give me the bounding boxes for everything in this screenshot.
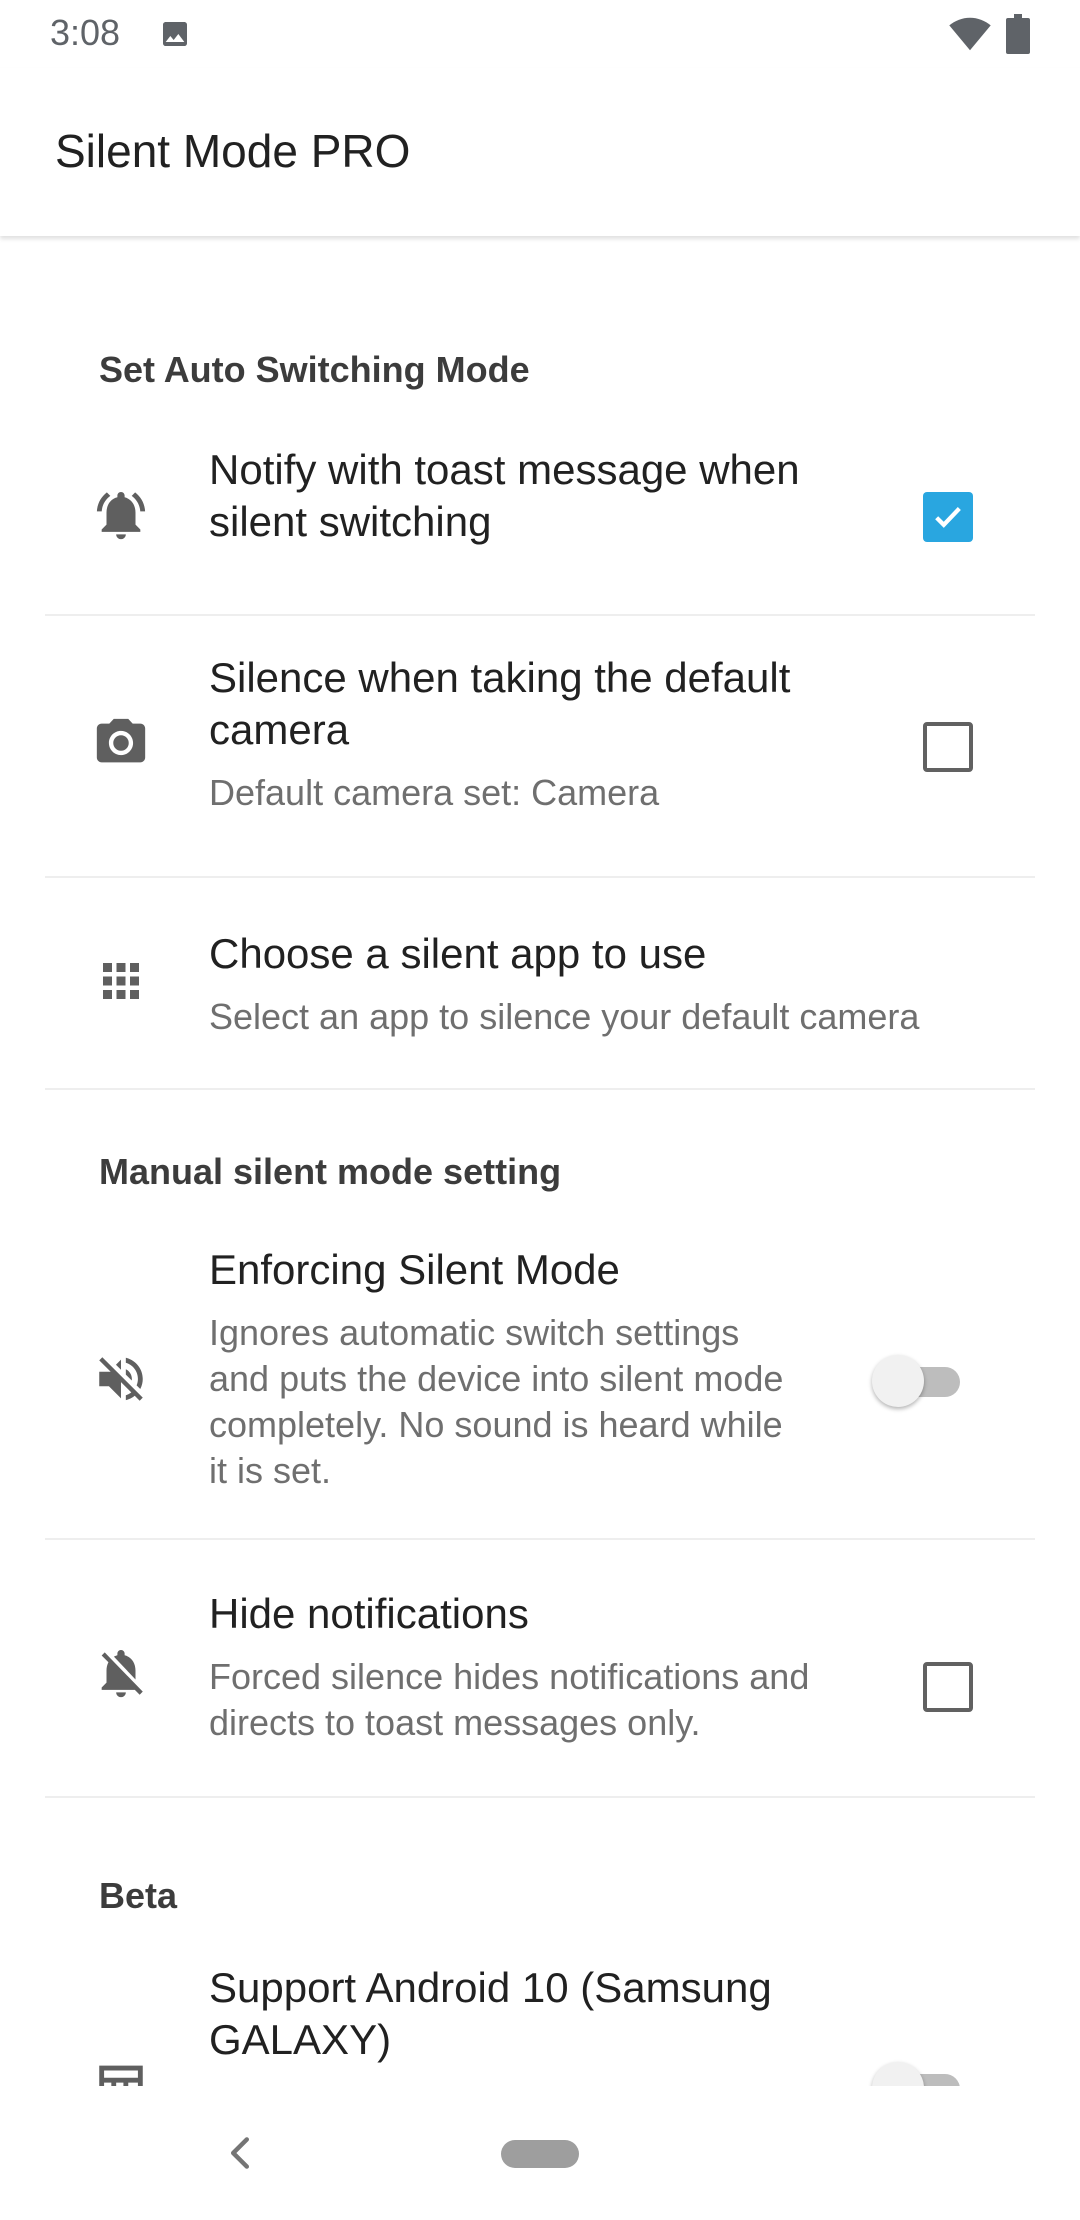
hide-notifications-checkbox[interactable] [923, 1662, 973, 1712]
silence-camera-checkbox[interactable] [923, 722, 973, 772]
home-pill[interactable] [501, 2140, 579, 2168]
pref-title: Choose a silent app to use [209, 930, 707, 977]
pref-summary: and puts the device into silent mode [209, 1358, 784, 1399]
pref-summary: Select an app to silence your default ca… [209, 996, 920, 1037]
pref-enforcing-silent-mode-text: Enforcing Silent Mode Ignores automatic … [209, 1244, 783, 1494]
pref-notify-toast-text: Notify with toast message when silent sw… [209, 444, 800, 548]
volume-off-icon [99, 1357, 143, 1401]
notify-toast-checkbox[interactable] [923, 492, 973, 542]
support-android-10-switch[interactable] [872, 2060, 964, 2086]
back-icon[interactable] [226, 2136, 254, 2170]
section-header-beta: Beta [99, 1875, 178, 1916]
pref-notify-toast[interactable]: Notify with toast message when silent sw… [0, 418, 1080, 616]
switch-thumb [872, 1355, 924, 1407]
pref-summary: Default camera set: Camera [209, 772, 660, 813]
pref-support-android-10[interactable]: Support Android 10 (Samsung GALAXY) [0, 1942, 1080, 2086]
section-header-auto-switching: Set Auto Switching Mode [99, 349, 530, 390]
pref-title: Support Android 10 (Samsung [209, 1964, 772, 2011]
pref-choose-silent-app[interactable]: Choose a silent app to use Select an app… [0, 878, 1080, 1090]
pref-summary: Ignores automatic switch settings [209, 1312, 740, 1353]
bell-off-icon [101, 1650, 143, 1698]
pref-summary: completely. No sound is heard while [209, 1404, 783, 1445]
navigation-bar [0, 2086, 1080, 2220]
bell-ringing-icon [96, 492, 146, 540]
pref-summary: Forced silence hides notifications and [209, 1656, 810, 1697]
pref-title: silent switching [209, 498, 492, 545]
pref-title: camera [209, 706, 350, 753]
status-bar: 3:08 [0, 0, 1080, 68]
pref-silence-camera[interactable]: Silence when taking the default camera D… [0, 616, 1080, 878]
wifi-icon [949, 17, 991, 51]
enforcing-silent-mode-switch[interactable] [872, 1353, 964, 1409]
app-title: Silent Mode PRO [55, 125, 411, 177]
pref-hide-notifications-text: Hide notifications Forced silence hides … [209, 1588, 809, 1746]
app-bar: Silent Mode PRO [0, 68, 1080, 236]
pref-hide-notifications[interactable]: Hide notifications Forced silence hides … [0, 1540, 1080, 1798]
screen: 3:08 Silent Mode PRO Set Auto Switching … [0, 0, 1080, 2220]
battery-icon [1006, 14, 1030, 54]
apps-grid-icon [103, 963, 139, 999]
pref-title: Notify with toast message when [209, 446, 800, 493]
status-time: 3:08 [50, 12, 121, 53]
pref-summary: directs to toast messages only. [209, 1702, 701, 1743]
pref-summary: it is set. [209, 1450, 332, 1491]
pref-support-android-10-text: Support Android 10 (Samsung GALAXY) [209, 1962, 772, 2066]
camera-icon [96, 718, 146, 763]
check-icon [935, 507, 961, 528]
device-icon [99, 2065, 143, 2086]
pref-choose-silent-app-text: Choose a silent app to use Select an app… [209, 928, 919, 1040]
pref-enforcing-silent-mode[interactable]: Enforcing Silent Mode Ignores automatic … [0, 1218, 1080, 1540]
divider [45, 1796, 1035, 1798]
pref-title: Silence when taking the default [209, 654, 791, 701]
pref-silence-camera-text: Silence when taking the default camera D… [209, 652, 790, 816]
pref-title: Enforcing Silent Mode [209, 1246, 620, 1293]
pref-title: GALAXY) [209, 2016, 392, 2063]
image-icon [163, 22, 187, 46]
divider [45, 1088, 1035, 1090]
switch-thumb [872, 2062, 924, 2086]
settings-list[interactable]: Set Auto Switching Mode Notify with toas… [0, 238, 1080, 2086]
section-header-manual: Manual silent mode setting [99, 1151, 562, 1192]
pref-title: Hide notifications [209, 1590, 529, 1637]
